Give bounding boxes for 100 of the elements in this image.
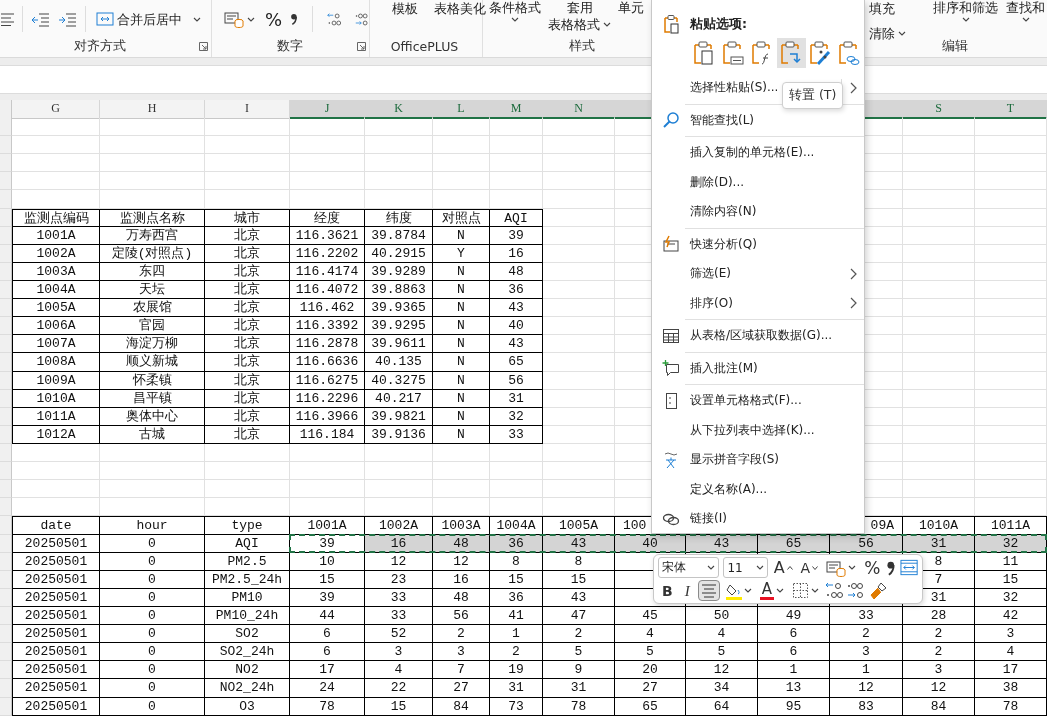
italic-button[interactable]: I [680,580,694,601]
column-header[interactable]: M [490,100,543,119]
dialog-launcher-icon[interactable] [357,42,366,51]
font-size-dropdown[interactable]: 11 [723,557,768,578]
caret-icon [961,17,970,22]
ribbon-button[interactable]: 清除 [867,25,927,42]
table-cell: 2 [830,625,903,644]
increase-decimal-icon[interactable] [354,10,369,28]
menu-item[interactable]: 定义名称(A)... [690,480,842,498]
ribbon-button[interactable]: 模板 [390,0,420,17]
table-cell: 116.2296 [290,389,365,408]
table-cell: 23 [365,570,433,589]
table-cell: 5 [615,643,686,662]
table-cell: N [433,335,490,354]
menu-item[interactable]: 清除内容(N) [690,203,842,221]
menu-item[interactable]: 智能查找(L) [690,111,842,129]
table-cell: 0 [100,588,205,607]
ribbon-button[interactable]: 条件格式 [487,0,543,22]
align-center-button[interactable] [697,580,720,601]
wrap-text-icon[interactable] [899,559,918,576]
table-cell: PM2.5 [205,552,290,571]
menu-item[interactable]: 从下拉列表中选择(K)... [690,421,842,439]
chevron-right-icon[interactable] [849,267,857,280]
column-header[interactable]: I [205,100,290,119]
ribbon-button[interactable]: 单元 [616,0,646,15]
table-cell: 24 [290,679,365,698]
decrease-decimal-icon[interactable] [824,582,843,599]
decrease-font-button[interactable]: A [798,557,821,578]
table-cell: N [433,317,490,336]
table-cell: 38 [975,679,1047,698]
menu-item[interactable]: 筛选(E) [690,265,842,283]
table-cell: 北京 [205,371,290,390]
table-cell: 39.8863 [365,281,433,300]
increase-decimal-icon[interactable] [846,582,865,599]
table-header-cell: 纬度 [365,208,433,227]
menu-item[interactable]: 从表格/区域获取数据(G)... [690,327,842,345]
table-cell: 84 [433,697,490,716]
empty-cell [975,136,1047,155]
dialog-launcher-icon[interactable] [199,42,208,51]
decrease-decimal-icon[interactable] [326,10,341,28]
empty-cell [975,443,1047,463]
row-header [0,154,12,173]
menu-item[interactable]: 删除(D)... [690,173,842,191]
ribbon-button[interactable]: 查找和 [1004,0,1047,22]
chevron-right-icon[interactable] [849,81,857,94]
table-cell: 17 [975,661,1047,680]
column-header[interactable]: K [365,100,433,119]
empty-cell [975,498,1047,517]
tooltip: 转置 (T) [782,82,844,109]
align-icon[interactable] [0,11,14,27]
table-cell: 31 [490,679,543,698]
transpose-icon[interactable] [776,38,806,68]
menu-item[interactable]: 显示拼音字段(S) [690,451,842,469]
table-cell: 39.9295 [365,317,433,336]
column-header[interactable]: T [975,100,1047,119]
increase-indent-icon[interactable] [58,10,77,28]
column-header[interactable]: G [12,100,100,119]
empty-cell [975,172,1047,191]
column-header[interactable]: H [100,100,205,119]
increase-font-button[interactable]: A [771,557,795,578]
table-cell: 9 [543,661,615,680]
percent-button[interactable]: % [263,10,285,28]
table-cell: 78 [975,697,1047,716]
table-cell: 5 [686,643,758,662]
column-header[interactable]: J [290,100,365,119]
menu-item[interactable]: 排序(O) [690,294,842,312]
table-cell: N [433,226,490,245]
menu-heading: 粘贴选项: [690,15,747,33]
column-header[interactable]: N [543,100,615,119]
table-cell: 0 [100,570,205,589]
table-cell: 1 [830,661,903,680]
column-header[interactable]: S [903,100,975,119]
menu-item[interactable]: 插入复制的单元格(E)... [690,144,842,162]
empty-cell [365,462,433,481]
ribbon-button[interactable]: 排序和筛选 [931,0,1000,22]
menu-item[interactable]: 插入批注(M) [690,359,842,377]
column-header[interactable]: L [433,100,490,119]
font-dropdown[interactable]: 宋体 [658,557,720,578]
font-color-button[interactable]: A [757,580,786,601]
ribbon-button[interactable]: 表格美化 [432,0,488,17]
ribbon-button[interactable]: 套用 表格格式 [546,0,613,32]
decrease-indent-icon[interactable] [31,10,50,28]
table-cell: 56 [830,534,903,553]
percent-button[interactable]: % [862,557,883,578]
table-cell: 1004A [12,281,100,300]
menu-item[interactable]: 设置单元格格式(F)... [690,392,842,410]
chevron-right-icon[interactable] [849,297,857,310]
table-cell: 78 [290,697,365,716]
menu-item[interactable]: 快速分析(Q) [690,235,842,253]
table-cell: 116.462 [290,299,365,318]
table-cell: 定陵(对照点) [100,244,205,263]
table-cell: 6 [758,643,830,662]
table-cell: 1002A [12,244,100,263]
cell-style-button[interactable] [222,9,257,29]
bold-button[interactable]: B [658,580,677,601]
comma-icon[interactable] [290,11,298,27]
comma-icon[interactable] [886,559,896,576]
merge-button[interactable]: 合并后居中 [94,10,203,28]
ribbon-button[interactable]: 填充 [867,0,927,17]
format-painter-icon[interactable] [868,581,887,600]
